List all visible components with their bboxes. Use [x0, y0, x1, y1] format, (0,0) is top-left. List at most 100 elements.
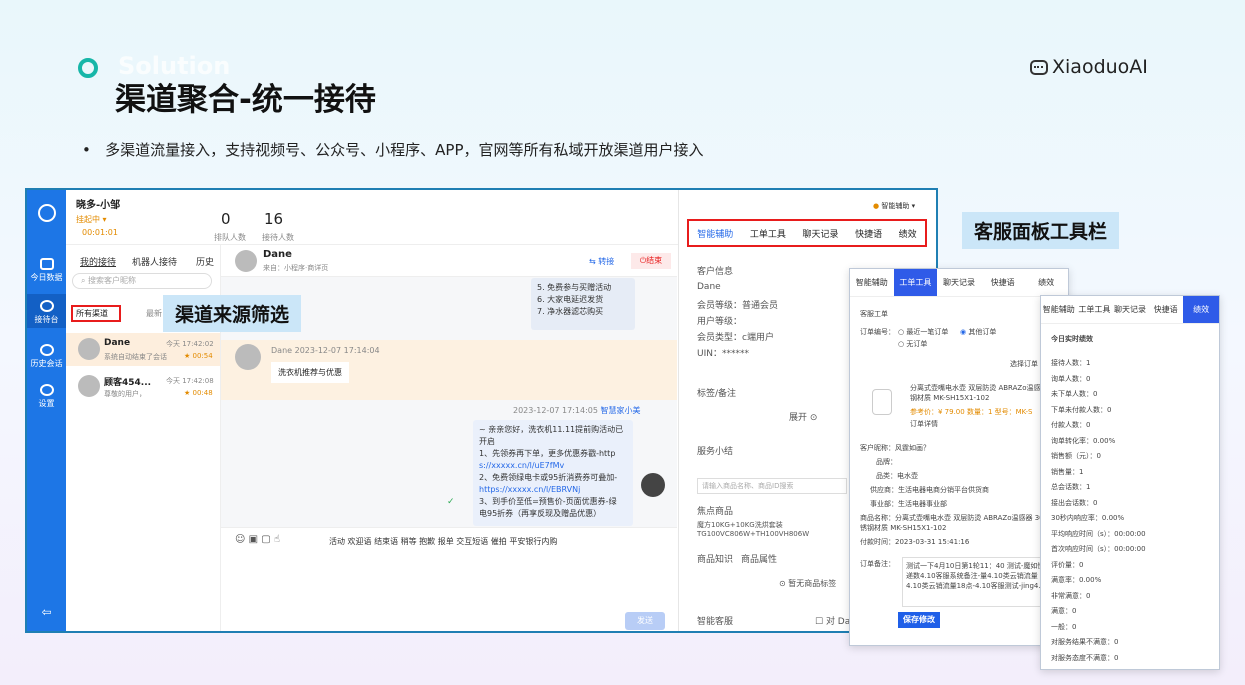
- panel-title: 今日实时绩效: [1051, 335, 1093, 343]
- customer-nick: 客户昵称：风霆如画？: [860, 444, 930, 452]
- order-option-none[interactable]: ○ 无订单: [898, 339, 927, 349]
- performance-row: 平均响应时间（s）：00:00:00: [1051, 529, 1146, 538]
- ticket-panel: 智能辅助 工单工具 聊天记录 快捷语 绩效 客服工单 订单编号： ○ 最近一笔订…: [849, 268, 1069, 646]
- expand-link[interactable]: 展开 ⊙: [789, 410, 817, 423]
- tab-performance[interactable]: 绩效: [1024, 277, 1068, 288]
- tab-smart-assist[interactable]: 智能辅助: [850, 277, 894, 288]
- tab-chat-record[interactable]: 聊天记录: [937, 277, 981, 288]
- conv-name: Dane: [104, 338, 131, 348]
- brand-chat-icon: [1030, 59, 1048, 75]
- callout-filter: 渠道来源筛选: [163, 295, 302, 332]
- tab-performance[interactable]: 绩效: [899, 227, 917, 240]
- top-bar: 晓多-小邹 挂起中 ▾ 00:01:01 0 排队人数 16 接待人数: [66, 190, 678, 245]
- tab-quick-reply[interactable]: 快捷语: [981, 277, 1025, 288]
- order-note-textarea[interactable]: 测试一下4月10日第1轮11：40 测试-魔如快递数4.10客服系统备注-量4.…: [902, 557, 1054, 607]
- order-option-other[interactable]: ◉ 其他订单: [960, 327, 996, 337]
- tab-quick-reply[interactable]: 快捷语: [1148, 304, 1184, 315]
- nav-reception[interactable]: 接待台: [27, 294, 66, 328]
- search-placeholder: 搜索客户昵称: [88, 276, 137, 285]
- transfer-button[interactable]: ⇆ 转接: [589, 256, 614, 267]
- performance-row: 询单转化率：0.00%: [1051, 436, 1116, 445]
- end-button[interactable]: ⏻结束: [631, 253, 671, 269]
- conv-time: 今天 17:42:08: [166, 377, 214, 385]
- reply-meta: 2023-12-07 17:14:05 智慧家小美: [513, 406, 641, 415]
- nav-today-data[interactable]: 今日数据: [27, 254, 66, 284]
- agent-avatar: [641, 473, 665, 497]
- panel-title: 客服工单: [860, 310, 888, 318]
- tab-performance[interactable]: 绩效: [1183, 296, 1219, 323]
- send-button[interactable]: 发送: [625, 612, 665, 630]
- product-category: 品类：电水壶: [876, 472, 918, 480]
- nav-settings[interactable]: 设置: [27, 380, 66, 410]
- gear-icon: [39, 384, 54, 396]
- product-price: 参考价：¥ 79.00 数量：1 型号：MK-S: [910, 408, 1033, 416]
- tab-ticket-tool[interactable]: 工单工具: [1077, 304, 1113, 315]
- performance-row: 满意率：0.00%: [1051, 576, 1102, 584]
- goods-knowledge-tab[interactable]: 商品知识: [697, 552, 733, 565]
- tab-smart-assist[interactable]: 智能辅助: [697, 227, 733, 240]
- goods-name: 魔方10KG+10KG洗烘套装 TG100VC806W+TH100VH806W: [697, 521, 810, 538]
- list-item[interactable]: Dane 今天 17:42:02 系统自动结束了会话 ★ 00:54: [66, 333, 220, 366]
- save-button[interactable]: 保存修改: [898, 612, 940, 628]
- queue-label: 排队人数: [214, 233, 246, 242]
- performance-row: 30秒内响应率：0.00%: [1051, 514, 1125, 522]
- tab-history[interactable]: 历史: [196, 255, 214, 268]
- status-select[interactable]: 挂起中 ▾: [76, 214, 107, 225]
- reply-bubble: ~ 亲亲您好，洗衣机11.11提前购活动已开启 1、先领券再下单，更多优惠券戳-h…: [473, 420, 633, 526]
- nav-history[interactable]: 历史会话: [27, 340, 66, 370]
- info-field: UIN：******: [697, 349, 749, 359]
- performance-row: 下单未付款人数：0: [1051, 405, 1112, 414]
- supplier: 供应商：生活电器电商分销平台供货商: [870, 486, 989, 494]
- brand-logo: XiaoduoAI: [1030, 56, 1148, 78]
- performance-row: 接待人数：1: [1051, 359, 1091, 367]
- performance-row: 未下单人数：0: [1051, 390, 1098, 398]
- left-nav: 今日数据 接待台 历史会话 设置 ⇦: [27, 190, 66, 631]
- tab-chat-record[interactable]: 聊天记录: [802, 227, 838, 240]
- performance-row: 一般：0: [1051, 622, 1077, 631]
- goods-attr-tab[interactable]: 商品属性: [741, 552, 777, 565]
- tab-chat-record[interactable]: 聊天记录: [1112, 304, 1148, 315]
- logout-icon[interactable]: ⇦: [27, 605, 66, 619]
- logo-icon: [37, 204, 56, 222]
- clock-icon: [39, 344, 54, 356]
- tab-ticket-tool[interactable]: 工单工具: [893, 269, 938, 296]
- message-bubble: 5. 免费参与买赠活动 6. 大家电延迟发货 7. 净水器滤芯购买: [531, 278, 635, 330]
- quick-phrase-bar[interactable]: 活动 欢迎语 结束语 稍等 抱歉 报单 交互短语 催拍 平安银行内购: [329, 536, 557, 547]
- conv-score: ★ 00:54: [184, 352, 213, 360]
- service-title: 服务小结: [697, 447, 734, 457]
- sort-filter[interactable]: 最新: [146, 308, 162, 319]
- tab-quick-reply[interactable]: 快捷语: [855, 227, 882, 240]
- tab-robot-reception[interactable]: 机器人接待: [132, 255, 177, 268]
- conv-msg: 尊敬的用户，: [104, 390, 146, 398]
- search-input[interactable]: ⌕ 搜索客户昵称: [72, 273, 212, 289]
- labels-title: 标签/备注: [697, 389, 737, 399]
- nav-label: 接待台: [34, 315, 59, 324]
- order-detail-link[interactable]: 订单详情: [910, 419, 938, 429]
- order-option-recent[interactable]: ○ 最近一笔订单: [898, 327, 948, 337]
- tab-my-reception[interactable]: 我的接待: [80, 255, 116, 268]
- tab-smart-assist[interactable]: 智能辅助: [1041, 304, 1077, 315]
- channel-filter[interactable]: 所有渠道: [71, 305, 121, 322]
- conv-time: 今天 17:42:02: [166, 340, 214, 348]
- assist-select[interactable]: ● 智能辅助 ▾: [873, 201, 915, 211]
- callout-toolbar: 客服面板工具栏: [962, 212, 1120, 249]
- info-title: 客户信息: [697, 267, 734, 277]
- info-field: Dane: [697, 282, 721, 292]
- list-item[interactable]: 顾客454... 今天 17:42:08 尊敬的用户， ★ 00:48: [66, 370, 220, 403]
- select-order-link[interactable]: 选择订单: [1010, 359, 1038, 369]
- orders-label: 订单编号：: [860, 328, 895, 336]
- goods-search-input[interactable]: 请输入商品名称、商品ID搜索: [697, 478, 847, 494]
- avatar: [78, 375, 100, 397]
- tab-ticket-tool[interactable]: 工单工具: [750, 227, 786, 240]
- avatar: [235, 250, 257, 272]
- performance-row: 付款人数：0: [1051, 421, 1091, 429]
- queue-count: 0: [221, 210, 231, 228]
- performance-row: 总会话数：1: [1051, 483, 1091, 491]
- status-timer: 00:01:01: [82, 228, 118, 237]
- solution-ring-icon: [78, 58, 98, 78]
- nav-label: 历史会话: [30, 359, 63, 368]
- check-option[interactable]: ☐ 对 Da: [815, 614, 850, 627]
- bullet-content: 多渠道流量接入，支持视频号、公众号、小程序、APP，官网等所有私域开放渠道用户接…: [105, 141, 704, 159]
- emoji-image-icons[interactable]: ☺ ▣ ▢ ☝: [235, 534, 280, 545]
- chat-source: 来自：小程序·商详页: [263, 264, 329, 272]
